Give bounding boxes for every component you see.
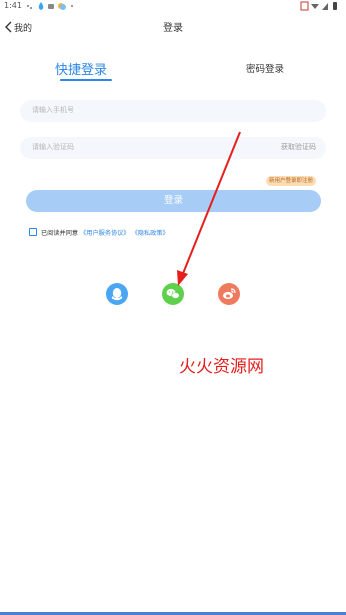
weibo-login-button[interactable]	[218, 283, 240, 305]
tab-quick-login[interactable]: 快捷登录	[55, 59, 107, 78]
status-time: 1:41	[4, 1, 22, 10]
get-code-button[interactable]: 获取验证码	[281, 142, 316, 152]
privacy-policy-link[interactable]: 《隐私政策》	[132, 228, 169, 237]
annotation-arrow	[177, 131, 241, 286]
agreement-text: 已阅读并同意	[41, 229, 79, 237]
wechat-icon	[166, 288, 180, 299]
phone-input[interactable]: 请输入手机号	[20, 100, 326, 122]
code-input[interactable]: 请输入验证码 获取验证码	[20, 137, 326, 159]
watermark-text: 火火资源网	[179, 357, 264, 377]
qq-icon	[111, 288, 123, 301]
system-status-icons	[300, 1, 337, 11]
agreement-checkbox[interactable]	[29, 228, 37, 236]
tab-password-login[interactable]: 密码登录	[246, 61, 284, 75]
status-bar: 1:41	[0, 0, 346, 14]
page-title: 登录	[163, 23, 183, 34]
code-placeholder: 请输入验证码	[32, 143, 74, 151]
user-agreement-link[interactable]: 《用户服务协议》	[80, 228, 130, 237]
agreement-row: 已阅读并同意 《用户服务协议》 《隐私政策》	[29, 227, 169, 237]
qq-login-button[interactable]	[106, 283, 128, 305]
weibo-icon	[223, 288, 236, 300]
active-tab-indicator	[60, 79, 112, 81]
new-user-tooltip: 新用户登录即注册	[266, 176, 317, 186]
wechat-login-button[interactable]	[162, 283, 184, 305]
phone-placeholder: 请输入手机号	[32, 106, 74, 114]
login-button[interactable]: 登录	[26, 190, 321, 212]
notification-icons	[27, 2, 73, 10]
